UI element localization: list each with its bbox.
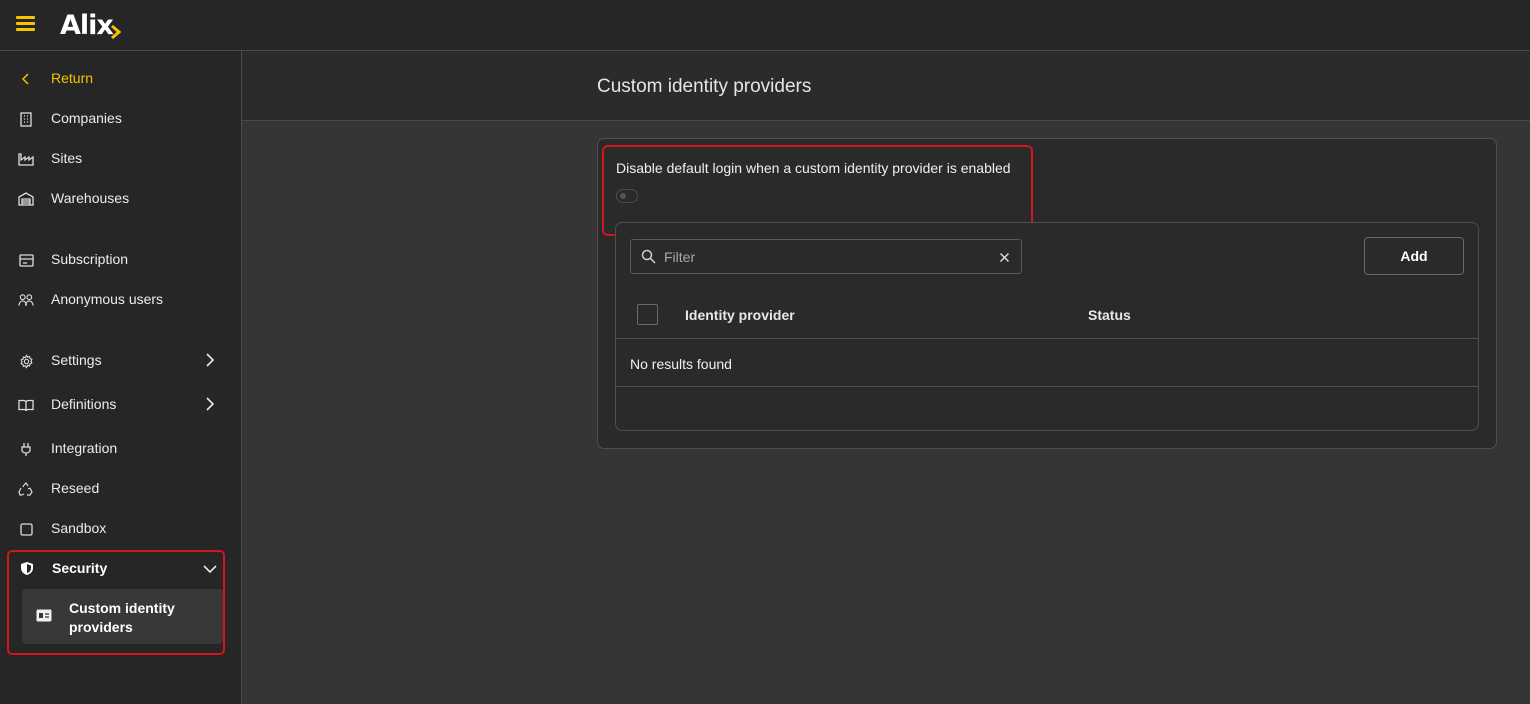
sidebar-item-warehouses[interactable]: Warehouses <box>0 180 240 216</box>
sidebar-item-sites[interactable]: Sites <box>0 140 240 176</box>
sidebar-item-label: Companies <box>51 110 122 126</box>
sidebar-item-definitions[interactable]: Definitions <box>0 386 240 422</box>
providers-table-panel: Add Identity provider Status No results … <box>615 222 1479 431</box>
hamburger-menu-icon[interactable] <box>16 14 36 32</box>
empty-state-text: No results found <box>630 356 732 372</box>
return-link[interactable]: Return <box>0 60 240 96</box>
close-icon[interactable] <box>999 250 1010 268</box>
sidebar-item-subscription[interactable]: Subscription <box>0 241 240 277</box>
sidebar-item-label: Security <box>52 560 108 576</box>
column-header-status[interactable]: Status <box>1088 307 1131 323</box>
sidebar-item-label: Settings <box>51 352 102 368</box>
plug-icon <box>18 441 34 457</box>
recycle-icon <box>18 481 34 497</box>
subscription-icon <box>18 252 34 268</box>
empty-state-row: No results found <box>616 340 1478 387</box>
chevron-right-icon <box>202 352 218 368</box>
sidebar-item-label: Reseed <box>51 480 100 496</box>
sidebar-item-label: Sandbox <box>51 520 107 536</box>
select-all-checkbox[interactable] <box>637 304 658 325</box>
app-logo[interactable]: Alix <box>60 5 122 41</box>
sidebar-item-label: Integration <box>51 440 118 456</box>
toggle-knob <box>620 193 626 199</box>
page-header: Custom identity providers <box>242 51 1530 121</box>
add-button[interactable]: Add <box>1364 237 1464 275</box>
square-icon <box>18 521 34 537</box>
sidebar-item-security[interactable]: Security <box>9 552 223 585</box>
page-title: Custom identity providers <box>597 76 812 97</box>
chevron-down-icon <box>202 561 218 582</box>
filter-field[interactable] <box>630 239 1022 274</box>
users-icon <box>18 292 34 308</box>
filter-input[interactable] <box>664 246 984 268</box>
chevron-right-icon <box>202 396 218 412</box>
factory-icon <box>18 151 34 167</box>
building-icon <box>18 111 34 127</box>
sidebar-item-label: Warehouses <box>51 190 130 206</box>
identity-providers-card: Disable default login when a custom iden… <box>597 138 1497 449</box>
search-icon <box>641 249 656 269</box>
return-label: Return <box>51 70 94 86</box>
sidebar-item-integration[interactable]: Integration <box>0 430 240 466</box>
sidebar-item-label: Sites <box>51 150 83 166</box>
sidebar-item-reseed[interactable]: Reseed <box>0 470 240 506</box>
sidebar-item-label: Subscription <box>51 251 129 267</box>
sidebar-item-custom-identity-providers[interactable]: Custom identity providers <box>22 589 223 644</box>
sidebar-item-sandbox[interactable]: Sandbox <box>0 510 240 546</box>
shield-icon <box>20 561 34 581</box>
warehouse-icon <box>18 191 34 207</box>
sidebar-item-label: Anonymous users <box>51 291 164 307</box>
toggle-label: Disable default login when a custom iden… <box>616 160 1011 176</box>
sidebar-item-companies[interactable]: Companies <box>0 100 240 136</box>
sidebar-item-settings[interactable]: Settings <box>0 342 240 378</box>
chevron-left-icon <box>18 71 34 87</box>
security-group: Security Custom identity providers <box>7 550 225 655</box>
book-icon <box>18 397 34 413</box>
sidebar: Return Companies Sites Warehouses Subscr… <box>0 51 242 704</box>
table-header: Identity provider Status <box>616 291 1478 339</box>
sidebar-item-anonymous-users[interactable]: Anonymous users <box>0 281 240 317</box>
disable-default-login-toggle[interactable] <box>616 189 638 203</box>
column-header-identity-provider[interactable]: Identity provider <box>685 307 795 323</box>
gear-icon <box>18 353 34 369</box>
id-card-icon <box>36 609 52 627</box>
top-bar: Alix <box>0 0 1530 51</box>
logo-chevron-icon <box>110 25 122 39</box>
logo-text: Alix <box>60 10 114 41</box>
sidebar-subitem-label: Custom identity providers <box>69 600 175 635</box>
sidebar-item-label: Definitions <box>51 396 117 412</box>
